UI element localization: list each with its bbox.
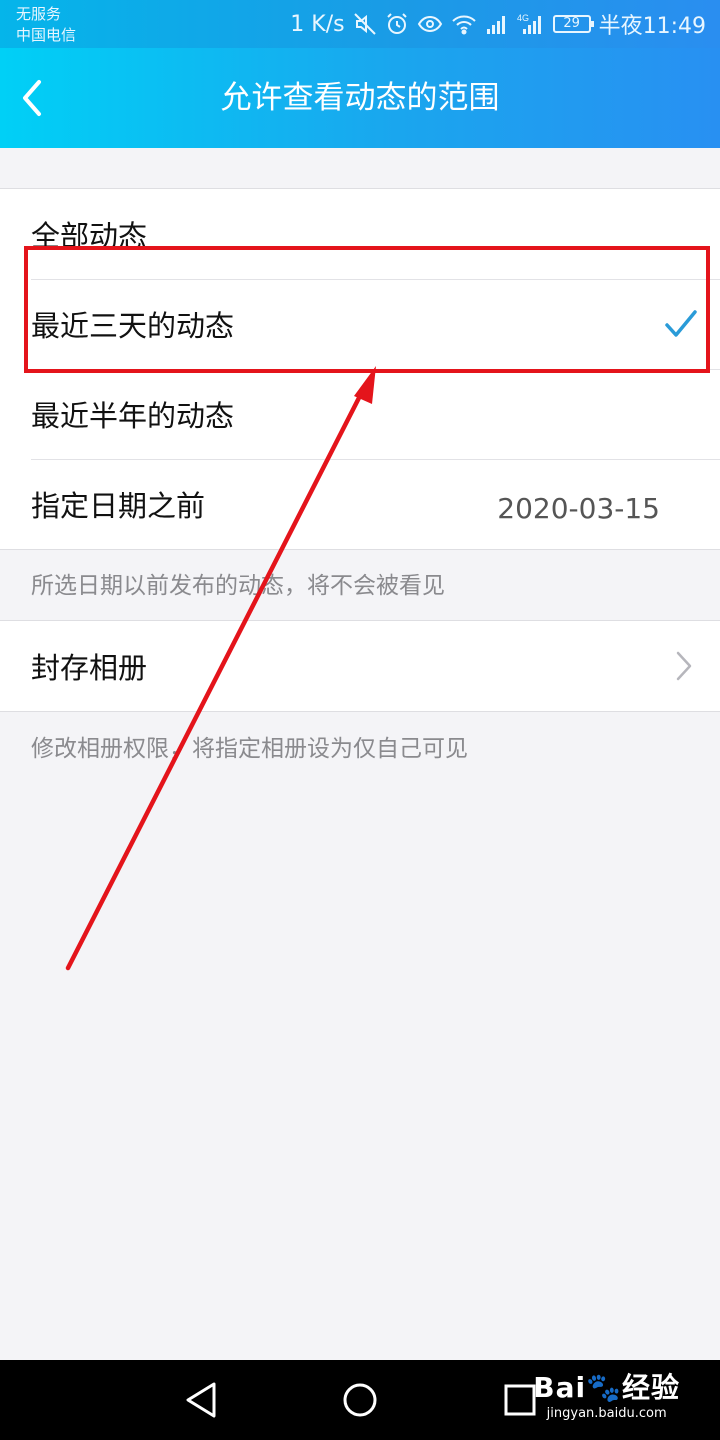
watermark-url: jingyan.baidu.com [546,1406,667,1421]
annotation-arrow [65,366,376,971]
nav-home-icon[interactable] [340,1380,380,1420]
baidu-jingyan-watermark: Bai🐾经验 jingyan.baidu.com [533,1370,680,1422]
navigation-bar: Bai🐾经验 jingyan.baidu.com [0,1360,720,1440]
nav-back-icon[interactable] [182,1380,222,1420]
watermark-logo: Bai🐾经验 [533,1371,680,1404]
